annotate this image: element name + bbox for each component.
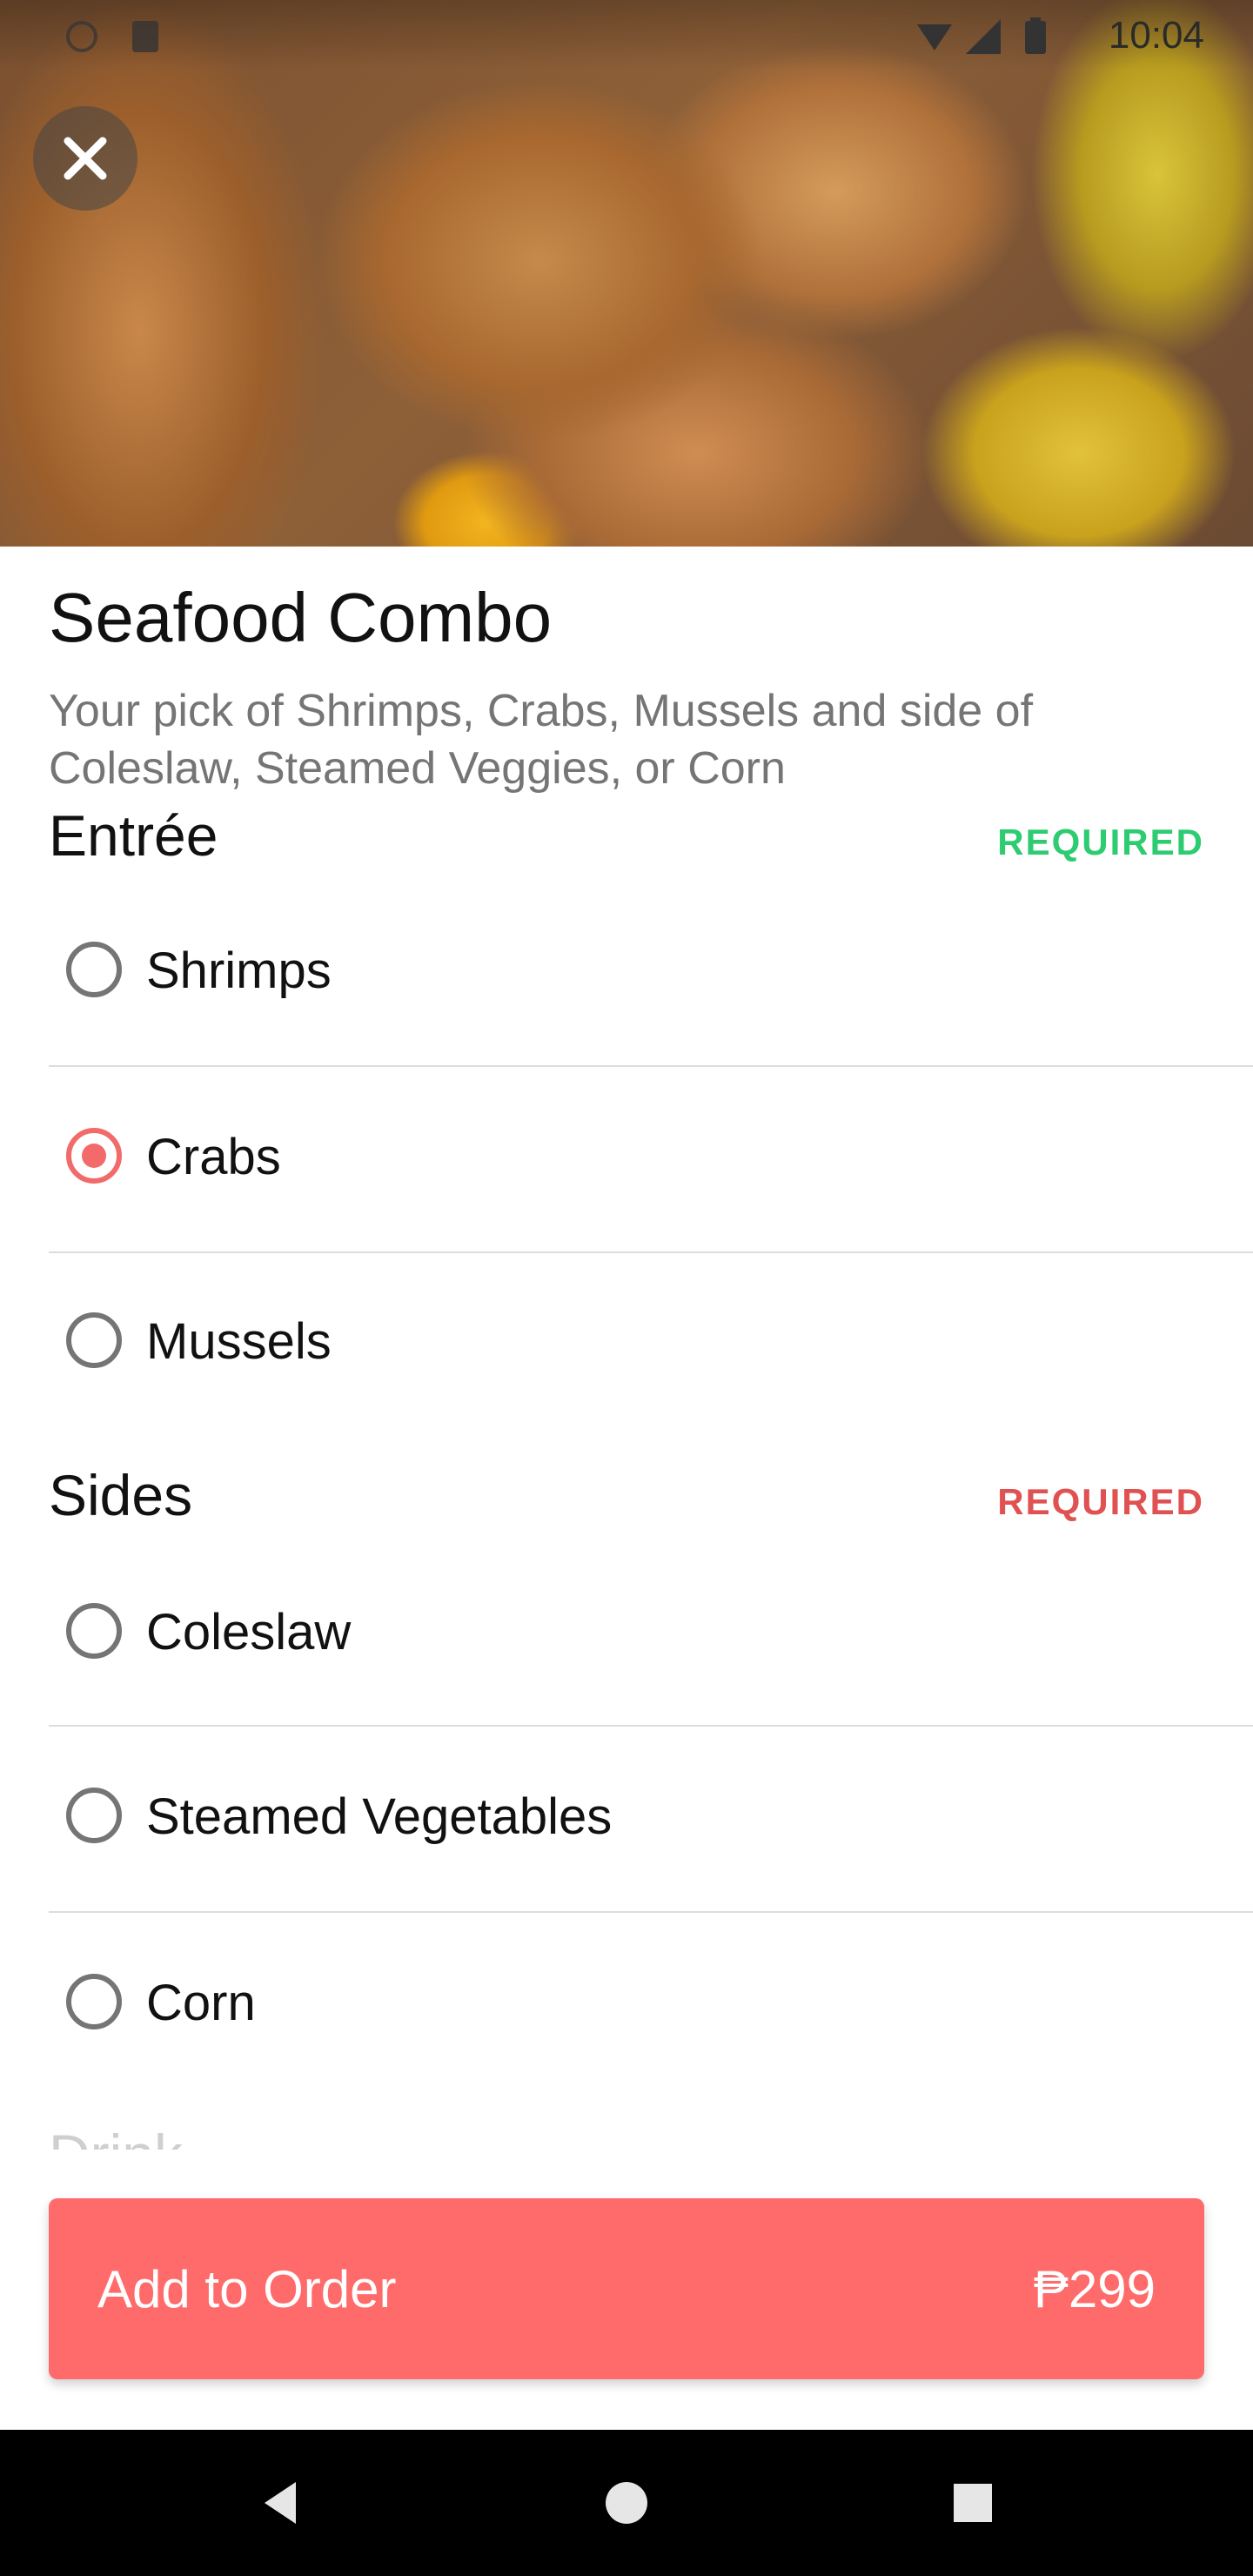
navigation-bar xyxy=(0,2430,1253,2576)
back-icon[interactable] xyxy=(252,2473,312,2532)
option-shrimps[interactable]: Shrimps xyxy=(49,881,1253,1067)
close-icon xyxy=(64,137,107,180)
signal-icon xyxy=(966,19,1001,54)
radio-button[interactable] xyxy=(66,1312,122,1368)
status-bar: 10:04 xyxy=(0,0,1253,73)
radio-button[interactable] xyxy=(66,1603,122,1659)
option-coleslaw[interactable]: Coleslaw xyxy=(49,1540,1253,1727)
home-icon[interactable] xyxy=(597,2473,656,2532)
section-header-entree: Entrée REQUIRED xyxy=(49,802,1204,881)
option-label: Crabs xyxy=(146,1129,281,1185)
option-label: Coleslaw xyxy=(146,1604,352,1660)
option-steamed-vegetables[interactable]: Steamed Vegetables xyxy=(49,1727,1253,1913)
option-label: Corn xyxy=(146,1975,256,2031)
option-corn[interactable]: Corn xyxy=(49,1913,1253,2097)
section-header-sides: Sides REQUIRED xyxy=(49,1462,1204,1540)
battery-icon xyxy=(1025,17,1046,54)
status-time: 10:04 xyxy=(1108,14,1204,57)
recents-icon[interactable] xyxy=(943,2473,1002,2532)
option-mussels[interactable]: Mussels xyxy=(49,1253,1253,1438)
radio-button[interactable] xyxy=(66,1974,122,2029)
required-badge: REQUIRED xyxy=(997,822,1204,862)
wifi-icon xyxy=(917,24,952,50)
radio-button[interactable] xyxy=(66,942,122,997)
add-to-order-button[interactable]: Add to Order ₱299 xyxy=(49,2198,1204,2379)
option-label: Steamed Vegetables xyxy=(146,1788,613,1845)
radio-button[interactable] xyxy=(66,1788,122,1843)
option-label: Shrimps xyxy=(146,943,332,999)
close-button[interactable] xyxy=(33,106,137,211)
section-title: Sides xyxy=(49,1463,193,1527)
radio-button-selected[interactable] xyxy=(66,1128,122,1184)
item-title: Seafood Combo xyxy=(49,579,553,656)
item-description: Your pick of Shrimps, Crabs, Mussels and… xyxy=(49,686,1034,794)
option-crabs[interactable]: Crabs xyxy=(49,1067,1253,1253)
option-label: Mussels xyxy=(146,1313,332,1370)
required-badge: REQUIRED xyxy=(997,1481,1204,1522)
hero-image xyxy=(0,0,1253,547)
add-to-order-label: Add to Order xyxy=(97,2260,397,2318)
status-notification-icons xyxy=(66,21,158,52)
section-title: Entrée xyxy=(49,803,218,868)
status-system-icons xyxy=(917,17,1046,54)
order-price: ₱299 xyxy=(1033,2260,1156,2318)
